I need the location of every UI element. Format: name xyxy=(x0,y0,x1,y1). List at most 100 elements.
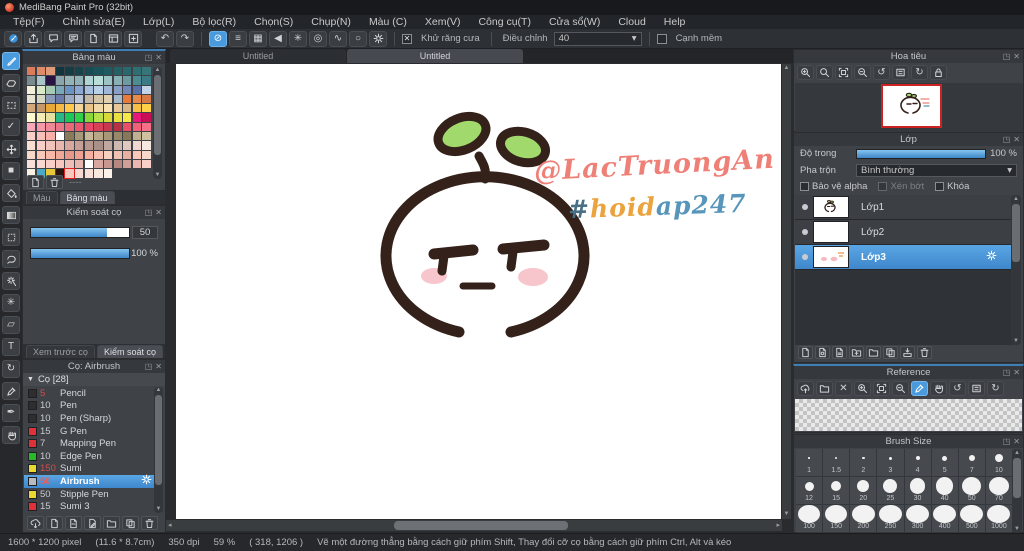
color-swatch[interactable] xyxy=(55,67,65,76)
color-swatch[interactable] xyxy=(46,76,55,85)
soft-edge-checkbox[interactable] xyxy=(656,33,667,44)
color-swatch[interactable] xyxy=(46,113,55,122)
close-icon[interactable]: ✕ xyxy=(1013,437,1020,446)
brush-row-pen[interactable]: 10 Pen xyxy=(24,400,155,413)
menu-item-casw[interactable]: Cửa sổ(W) xyxy=(540,15,609,29)
reference-reset-view-icon[interactable] xyxy=(968,381,985,396)
cloud-brush-button[interactable] xyxy=(27,516,44,530)
brush-row-edge-pen[interactable]: 10 Edge Pen xyxy=(24,450,155,463)
color-swatch[interactable] xyxy=(94,104,103,113)
color-swatch[interactable] xyxy=(103,150,113,159)
color-swatch[interactable] xyxy=(132,94,142,104)
color-swatch[interactable] xyxy=(94,159,103,169)
clipping-checkbox[interactable] xyxy=(878,182,888,191)
color-swatch[interactable] xyxy=(142,132,151,141)
popout-icon[interactable]: ◳ xyxy=(1003,437,1011,446)
menu-item-tpf[interactable]: Tệp(F) xyxy=(4,15,54,29)
tool-move[interactable] xyxy=(2,140,20,158)
brush-size-cell[interactable]: 30 xyxy=(904,477,931,504)
color-swatch[interactable] xyxy=(113,141,122,150)
navigator-zoom-in-icon[interactable] xyxy=(797,65,814,80)
navigator-reset-view-icon[interactable] xyxy=(892,65,909,80)
color-swatch[interactable] xyxy=(55,76,65,85)
color-swatch[interactable] xyxy=(27,76,36,85)
brush-row-sumi[interactable]: 150 Sumi xyxy=(24,463,155,476)
color-swatch[interactable] xyxy=(65,122,74,132)
brush-list-scrollbar[interactable]: ▲ ▼ xyxy=(154,387,163,513)
color-swatch[interactable] xyxy=(55,159,65,169)
brush-size-cell[interactable]: 40 xyxy=(931,477,958,504)
document-tab[interactable]: Untitled xyxy=(170,49,346,63)
brush-size-cell[interactable]: 10 xyxy=(985,449,1012,476)
color-swatch[interactable] xyxy=(94,141,103,150)
palette-tab-màu[interactable]: Màu xyxy=(26,191,58,204)
duplicate-brush-button[interactable] xyxy=(122,516,139,530)
popout-icon[interactable]: ◳ xyxy=(1003,135,1011,144)
color-swatch[interactable] xyxy=(55,104,65,113)
navigator-rotate-ccw-icon[interactable]: ↺ xyxy=(873,65,890,80)
color-swatch[interactable] xyxy=(123,122,132,132)
menu-item-chnhsae[interactable]: Chỉnh sửa(E) xyxy=(54,15,134,29)
color-swatch[interactable] xyxy=(84,113,93,122)
reference-upload-icon[interactable] xyxy=(797,381,814,396)
menu-item-cloud[interactable]: Cloud xyxy=(609,15,654,29)
layer-opacity-slider[interactable] xyxy=(856,148,987,159)
color-swatch[interactable] xyxy=(55,122,65,132)
color-swatch[interactable] xyxy=(123,132,132,141)
color-swatch[interactable] xyxy=(132,85,142,94)
lock-checkbox[interactable] xyxy=(935,182,945,191)
layer-visibility-dot[interactable] xyxy=(802,254,808,260)
brush-size-cell[interactable]: 50 xyxy=(958,477,985,504)
navigator-lock-icon[interactable] xyxy=(930,65,947,80)
menu-item-cngct[interactable]: Công cụ(T) xyxy=(469,15,540,29)
snap-off-icon[interactable]: ⊘ xyxy=(209,30,227,47)
tool-bucket[interactable] xyxy=(2,184,20,202)
tool-shape-brush[interactable]: ■ xyxy=(2,162,20,180)
document-tab[interactable]: Untitled xyxy=(347,49,523,63)
color-swatch[interactable] xyxy=(103,85,113,94)
menu-item-help[interactable]: Help xyxy=(655,15,695,29)
color-swatch[interactable] xyxy=(94,94,103,104)
delete-brush-button[interactable] xyxy=(141,516,158,530)
tool-magic-wand[interactable] xyxy=(2,272,20,290)
reference-eyedropper-icon[interactable] xyxy=(911,381,928,396)
snap-grid-icon[interactable]: ▦ xyxy=(249,30,267,47)
brush-row-pen-sharp-[interactable]: 10 Pen (Sharp) xyxy=(24,412,155,425)
color-swatch[interactable] xyxy=(123,85,132,94)
color-swatch[interactable] xyxy=(46,94,55,104)
color-swatch[interactable] xyxy=(132,159,142,169)
color-swatch[interactable] xyxy=(94,85,103,94)
color-swatch[interactable] xyxy=(142,159,151,169)
brush-size-cell[interactable]: 100 xyxy=(796,505,823,532)
color-swatch[interactable] xyxy=(27,150,36,159)
color-swatch[interactable] xyxy=(46,122,55,132)
color-swatch[interactable] xyxy=(84,67,93,76)
color-swatch[interactable] xyxy=(55,94,65,104)
color-swatch[interactable] xyxy=(27,104,36,113)
close-icon[interactable]: ✕ xyxy=(1013,368,1020,377)
tool-stamp[interactable]: ▱ xyxy=(2,316,20,334)
color-swatch[interactable] xyxy=(123,94,132,104)
color-swatch[interactable] xyxy=(36,122,45,132)
add-brush-button[interactable] xyxy=(46,516,63,530)
menu-item-xemv[interactable]: Xem(V) xyxy=(416,15,470,29)
add-color-button[interactable] xyxy=(27,175,44,189)
snap-radial-icon[interactable]: ✳ xyxy=(289,30,307,47)
color-swatch[interactable] xyxy=(142,150,151,159)
color-swatch[interactable] xyxy=(27,132,36,141)
panel-icon[interactable] xyxy=(104,30,122,47)
close-icon[interactable]: ✕ xyxy=(1013,52,1020,61)
close-icon[interactable]: ✕ xyxy=(155,362,162,371)
color-swatch[interactable] xyxy=(75,104,84,113)
color-swatch[interactable] xyxy=(94,150,103,159)
brush-size-cell[interactable]: 500 xyxy=(958,505,985,532)
brush-row-g-pen[interactable]: 15 G Pen xyxy=(24,425,155,438)
color-swatch[interactable] xyxy=(142,85,151,94)
color-swatch[interactable] xyxy=(46,104,55,113)
cloud-paint-icon[interactable] xyxy=(4,30,22,47)
layer-row-lớp3[interactable]: Lớp3 xyxy=(795,245,1013,270)
brush-size-cell[interactable]: 150 xyxy=(823,505,850,532)
color-swatch[interactable] xyxy=(75,159,84,169)
gear-icon[interactable] xyxy=(986,248,997,266)
gear-icon[interactable] xyxy=(141,474,152,488)
